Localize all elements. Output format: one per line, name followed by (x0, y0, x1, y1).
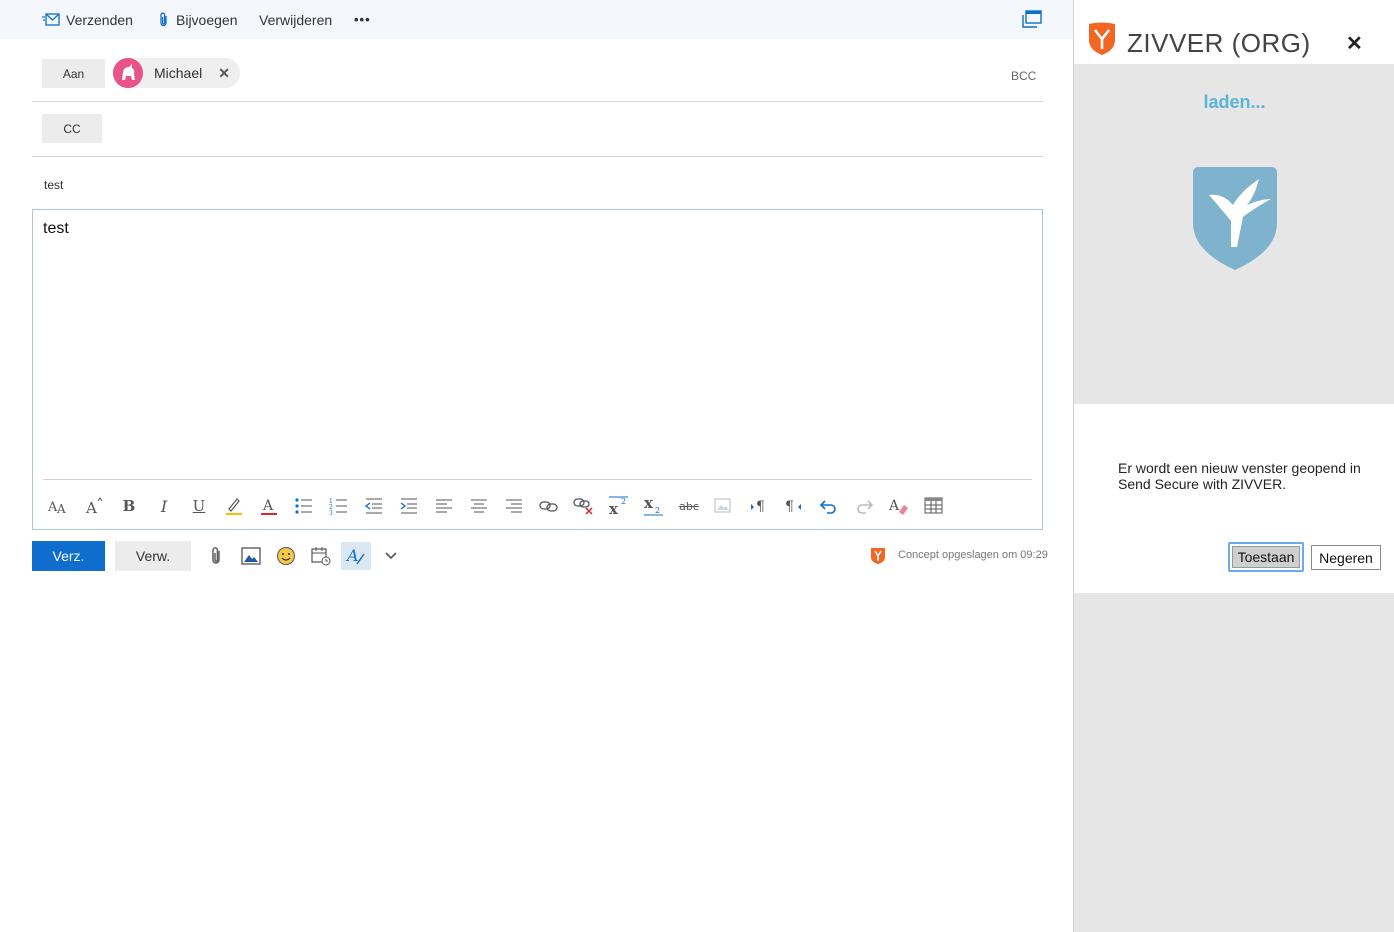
addin-header: ZIVVER (ORG) ✕ (1074, 0, 1394, 64)
align-center-icon[interactable] (467, 494, 491, 518)
emoji-icon[interactable] (273, 543, 299, 569)
dialog-message: Er wordt een nieuw venster geopend in Se… (1118, 460, 1361, 492)
ignore-button[interactable]: Negeren (1311, 545, 1381, 570)
increase-indent-icon[interactable] (397, 494, 421, 518)
send-button[interactable]: Verz. (32, 541, 105, 571)
draft-saved-status: Concept opgeslagen om 09:29 (898, 549, 1048, 561)
highlight-icon[interactable] (222, 494, 246, 518)
remove-link-icon[interactable] (572, 494, 596, 518)
zivver-addin-pane: ZIVVER (ORG) ✕ laden... Er wordt een nie… (1073, 0, 1394, 932)
unicorn-avatar-icon (113, 58, 143, 88)
avatar (113, 58, 143, 88)
chevron-down-icon[interactable] (378, 543, 404, 569)
zivver-shield-icon (1189, 165, 1281, 276)
attach-command[interactable]: Bijvoegen (158, 0, 238, 39)
compose-pane: Verzenden Bijvoegen Verwijderen ••• Aan … (0, 0, 1073, 932)
close-icon[interactable]: ✕ (1346, 31, 1363, 56)
addin-title: ZIVVER (ORG) (1127, 28, 1311, 58)
subject-field[interactable]: test (44, 178, 63, 192)
discard-button[interactable]: Verw. (115, 541, 191, 571)
send-icon (42, 12, 60, 26)
bullets-icon[interactable] (292, 494, 316, 518)
italic-icon[interactable]: I (152, 494, 176, 518)
to-button[interactable]: Aan (42, 59, 105, 88)
numbering-icon[interactable]: 123 (327, 494, 351, 518)
bold-icon[interactable]: B (117, 494, 141, 518)
undo-icon[interactable] (817, 494, 841, 518)
svg-text:A: A (888, 498, 900, 514)
allow-button[interactable]: Toestaan (1228, 542, 1304, 572)
popout-button[interactable] (1022, 10, 1042, 33)
insert-image-icon[interactable] (238, 543, 264, 569)
schedule-calendar-icon[interactable] (308, 543, 334, 569)
message-body-text[interactable]: test (43, 220, 69, 238)
zivver-logo-icon (870, 547, 886, 570)
underline-icon[interactable]: U (187, 494, 211, 518)
more-options-button[interactable]: ••• (354, 0, 371, 39)
insert-link-icon[interactable] (537, 494, 561, 518)
superscript-icon[interactable]: x2 (607, 494, 631, 518)
svg-text:x: x (609, 500, 619, 516)
strikethrough-icon[interactable]: abc (677, 494, 701, 518)
attach-command-label: Bijvoegen (176, 11, 238, 28)
subscript-icon[interactable]: x2 (642, 494, 666, 518)
clear-formatting-icon[interactable]: A (887, 494, 911, 518)
paperclip-icon (160, 12, 167, 26)
message-body-editor[interactable]: test AA A B I U A 123 x2 x2 abc ¶ ¶ A (32, 209, 1043, 530)
send-command-label: Verzenden (66, 11, 133, 28)
grow-font-icon[interactable]: A (82, 494, 106, 518)
svg-text:A: A (262, 498, 274, 514)
recipient-chip[interactable]: Michael ✕ (113, 58, 240, 88)
attach-file-icon[interactable] (203, 543, 229, 569)
insert-table-icon[interactable] (922, 494, 946, 518)
svg-text:¶: ¶ (785, 499, 794, 515)
bcc-button[interactable]: BCC (1011, 69, 1036, 83)
allow-button-label: Toestaan (1232, 546, 1300, 568)
svg-text:A: A (56, 502, 66, 515)
svg-text:A: A (345, 546, 359, 565)
align-right-icon[interactable] (502, 494, 526, 518)
command-bar: Verzenden Bijvoegen Verwijderen ••• (0, 0, 1073, 39)
font-size-icon[interactable]: AA (47, 494, 71, 518)
svg-text:3: 3 (329, 510, 333, 515)
loading-text: laden... (1203, 92, 1266, 112)
svg-text:2: 2 (655, 506, 660, 515)
insert-picture-icon[interactable] (712, 494, 736, 518)
align-left-icon[interactable] (432, 494, 456, 518)
svg-text:¶: ¶ (756, 499, 765, 515)
send-command[interactable]: Verzenden (42, 0, 133, 39)
svg-text:2: 2 (621, 497, 626, 506)
format-text-icon[interactable]: A (341, 542, 371, 570)
popout-icon (1022, 10, 1042, 28)
remove-recipient-icon[interactable]: ✕ (218, 65, 230, 82)
delete-command[interactable]: Verwijderen (259, 0, 332, 39)
svg-text:x: x (644, 496, 654, 512)
more-options-icon: ••• (354, 12, 371, 27)
format-toolbar-divider (43, 479, 1032, 480)
redo-icon[interactable] (852, 494, 876, 518)
cc-row (32, 102, 1043, 157)
ltr-icon[interactable]: ¶ (747, 494, 771, 518)
rtl-icon[interactable]: ¶ (782, 494, 806, 518)
svg-text:A: A (85, 499, 97, 515)
font-color-icon[interactable]: A (257, 494, 281, 518)
delete-command-label: Verwijderen (259, 11, 333, 28)
decrease-indent-icon[interactable] (362, 494, 386, 518)
zivver-logo-icon (1088, 22, 1116, 61)
recipient-name: Michael (154, 65, 203, 81)
open-window-dialog: Er wordt een nieuw venster geopend in Se… (1074, 404, 1394, 593)
cc-button[interactable]: CC (42, 114, 102, 143)
